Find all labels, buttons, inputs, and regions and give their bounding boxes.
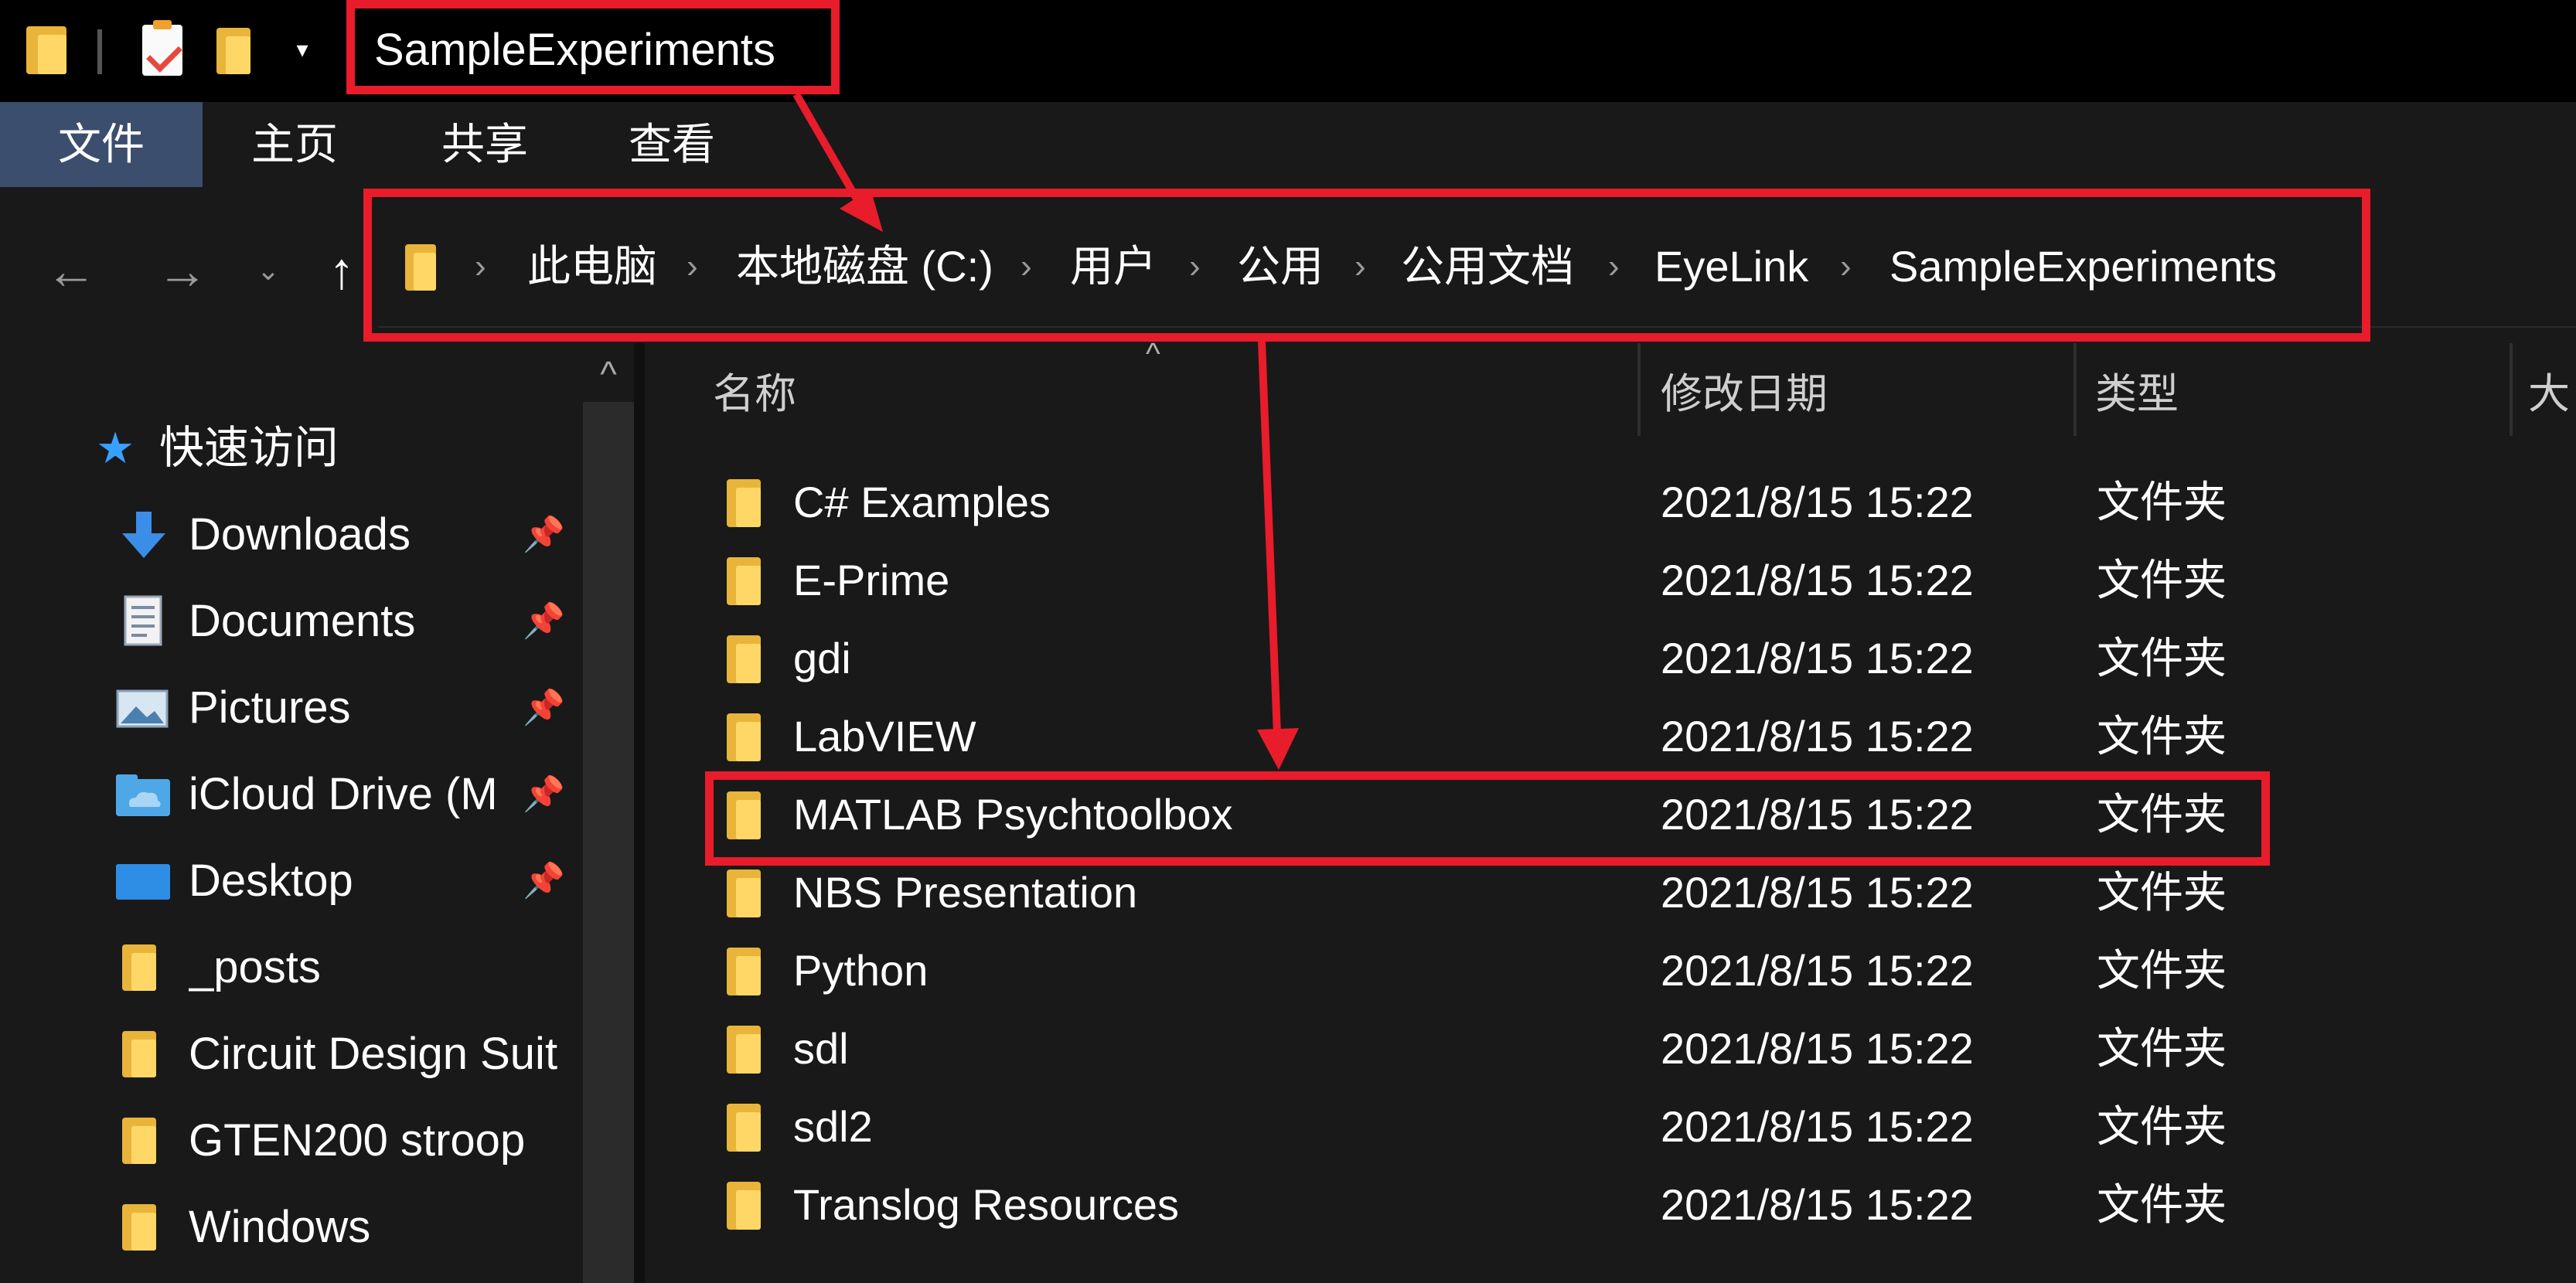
annotation-arrowhead <box>840 189 883 232</box>
annotation-arrowhead <box>1257 728 1299 770</box>
annotation-arrow-line <box>792 92 864 206</box>
annotation-arrow-line <box>1258 341 1281 735</box>
annotation-arrows <box>792 92 1299 770</box>
